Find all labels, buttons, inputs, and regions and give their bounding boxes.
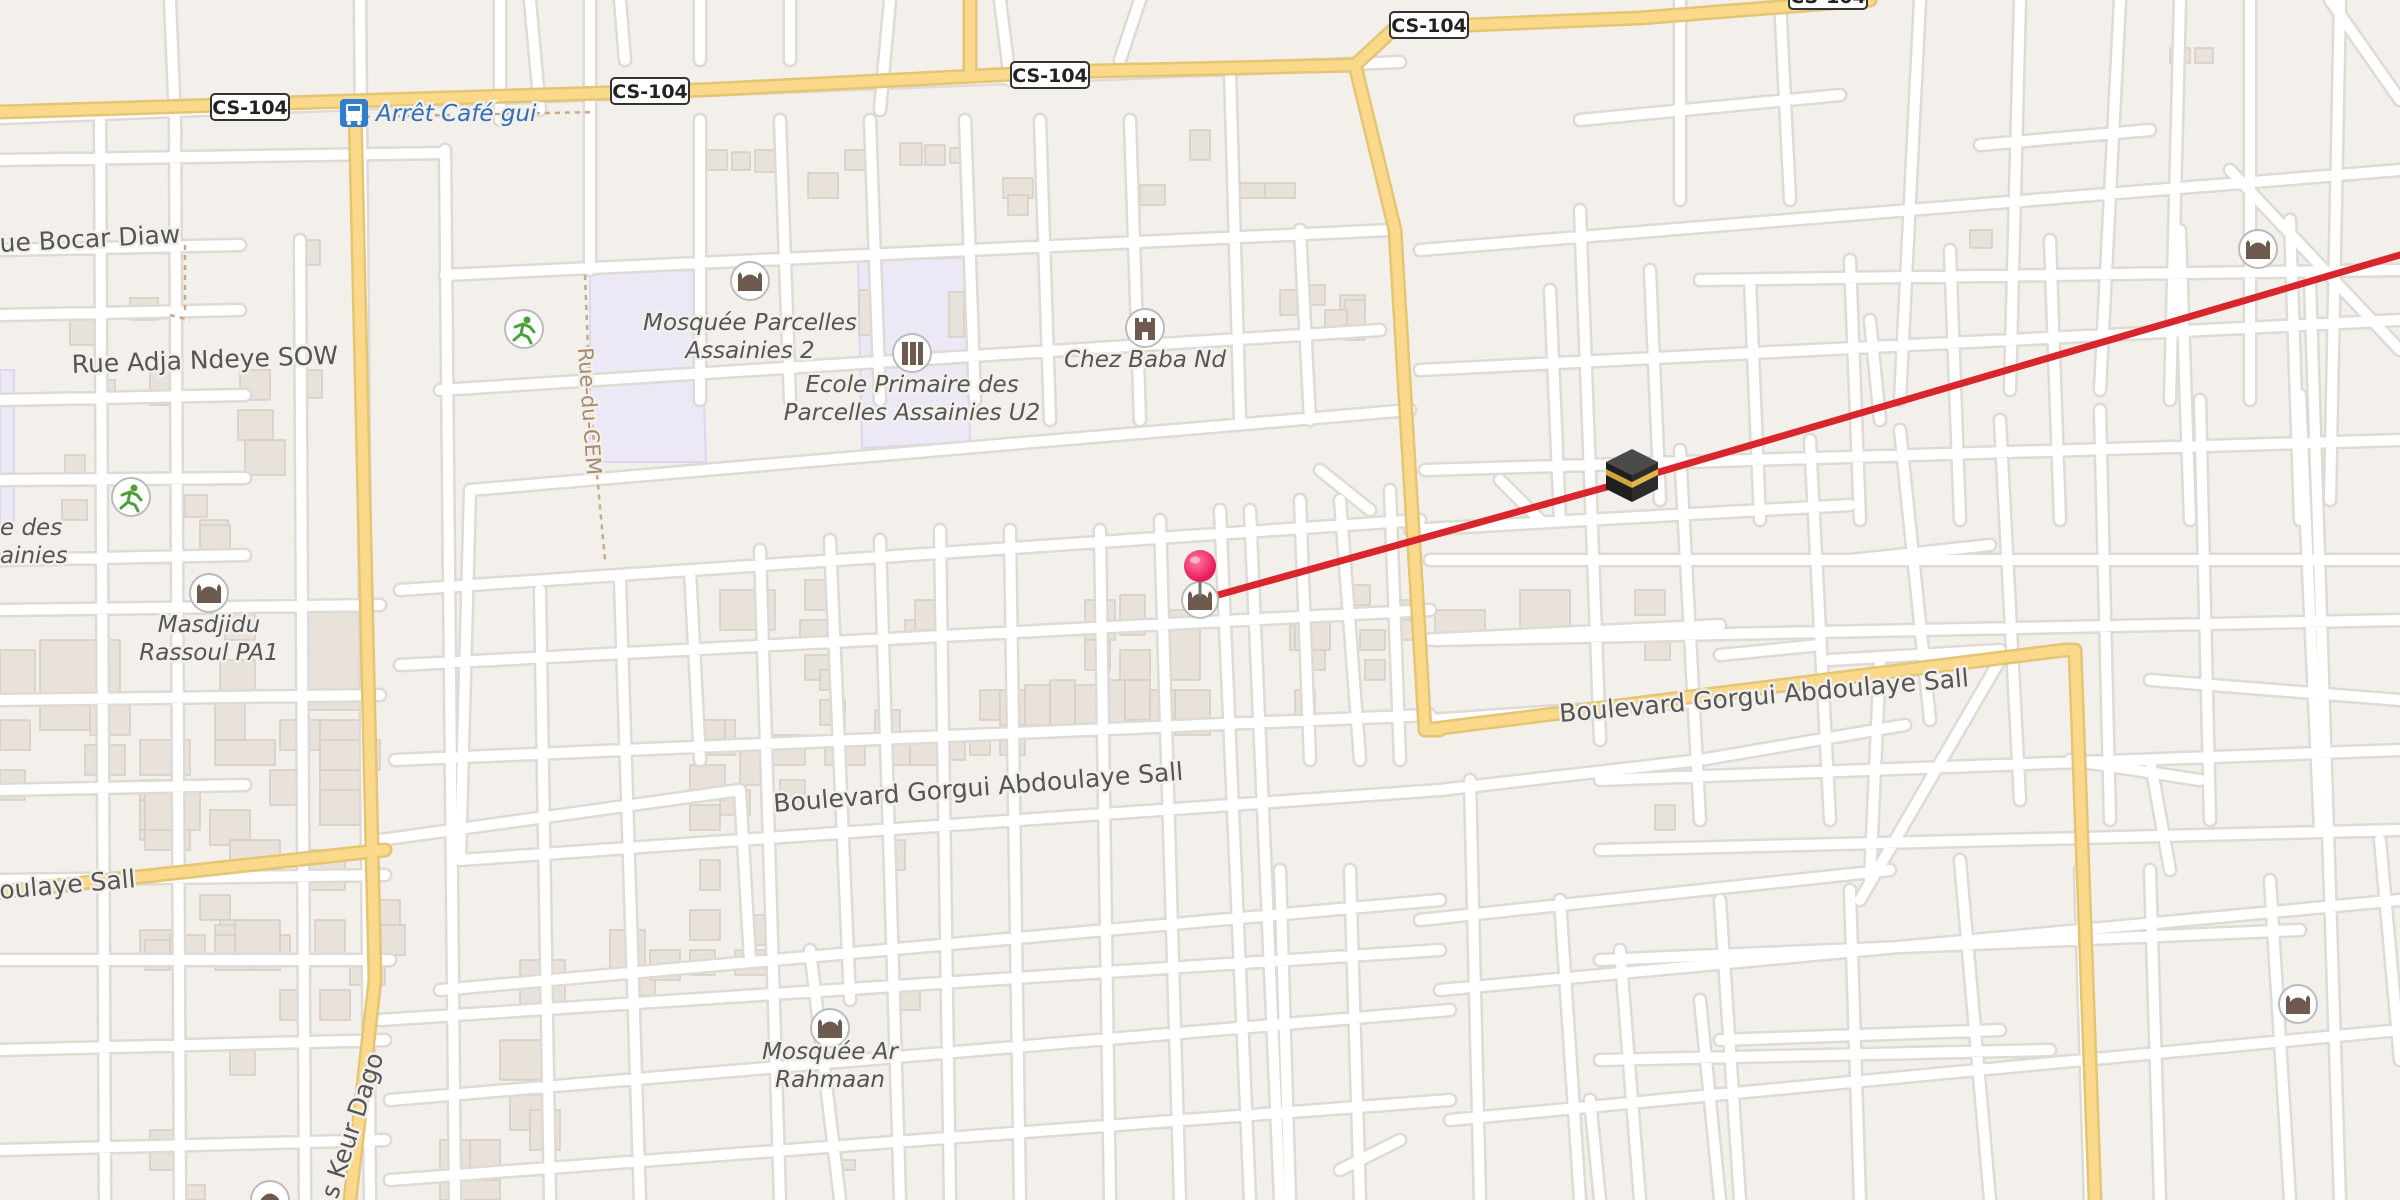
poi-label-line2: Parcelles Assainies U2 bbox=[784, 400, 1041, 426]
poi-label-line2: ainies bbox=[0, 543, 68, 569]
svg-text:CS-104: CS-104 bbox=[1012, 65, 1088, 87]
bus-stop-icon bbox=[340, 99, 368, 127]
svg-text:CS-104: CS-104 bbox=[212, 97, 288, 119]
bus-stop-label: Arrêt Café gui bbox=[374, 101, 537, 127]
svg-text:CS-104: CS-104 bbox=[1790, 0, 1866, 8]
mosque-poi[interactable] bbox=[2238, 229, 2278, 269]
road-shield: CS-104 bbox=[1010, 61, 1090, 89]
poi-label-line1: Masdjidu bbox=[158, 612, 260, 638]
mosque-icon bbox=[189, 573, 229, 613]
poi-label-line1: Mosquée Parcelles bbox=[643, 310, 857, 336]
poi-label-line1: Mosquée Ar bbox=[762, 1039, 899, 1065]
mosque-icon bbox=[730, 261, 770, 301]
sports-icon bbox=[504, 309, 544, 349]
poi-label-line1: Ecole Primaire des bbox=[805, 372, 1018, 398]
sports-icon bbox=[111, 477, 151, 517]
map-view[interactable]: CS-104 CS-104 CS-104 CS-104 CS-104 ue Bo… bbox=[0, 0, 2400, 1200]
mosque-poi[interactable] bbox=[2278, 984, 2318, 1024]
poi-label-line1: e des bbox=[0, 515, 62, 541]
poi-label-line2: Assainies 2 bbox=[683, 338, 814, 364]
poi-label: Chez Baba Nd bbox=[1064, 347, 1226, 373]
school-icon bbox=[892, 333, 932, 373]
poi-label-line2: Rassoul PA1 bbox=[139, 640, 278, 666]
road-shield: CS-104 bbox=[210, 93, 290, 121]
mosque-icon bbox=[2278, 984, 2318, 1024]
sports-poi[interactable] bbox=[504, 309, 544, 349]
svg-text:CS-104: CS-104 bbox=[1391, 15, 1467, 37]
tower-icon bbox=[1125, 308, 1165, 348]
map-canvas[interactable]: CS-104 CS-104 CS-104 CS-104 CS-104 ue Bo… bbox=[0, 0, 2400, 1200]
road-shield: CS-104 bbox=[1389, 11, 1469, 39]
road-shield: CS-104 bbox=[1788, 0, 1868, 10]
sports-poi[interactable] bbox=[111, 477, 151, 517]
poi-label-line2: Rahmaan bbox=[775, 1067, 885, 1093]
road-shield: CS-104 bbox=[610, 77, 690, 105]
svg-text:CS-104: CS-104 bbox=[612, 81, 688, 103]
mosque-icon bbox=[2238, 229, 2278, 269]
